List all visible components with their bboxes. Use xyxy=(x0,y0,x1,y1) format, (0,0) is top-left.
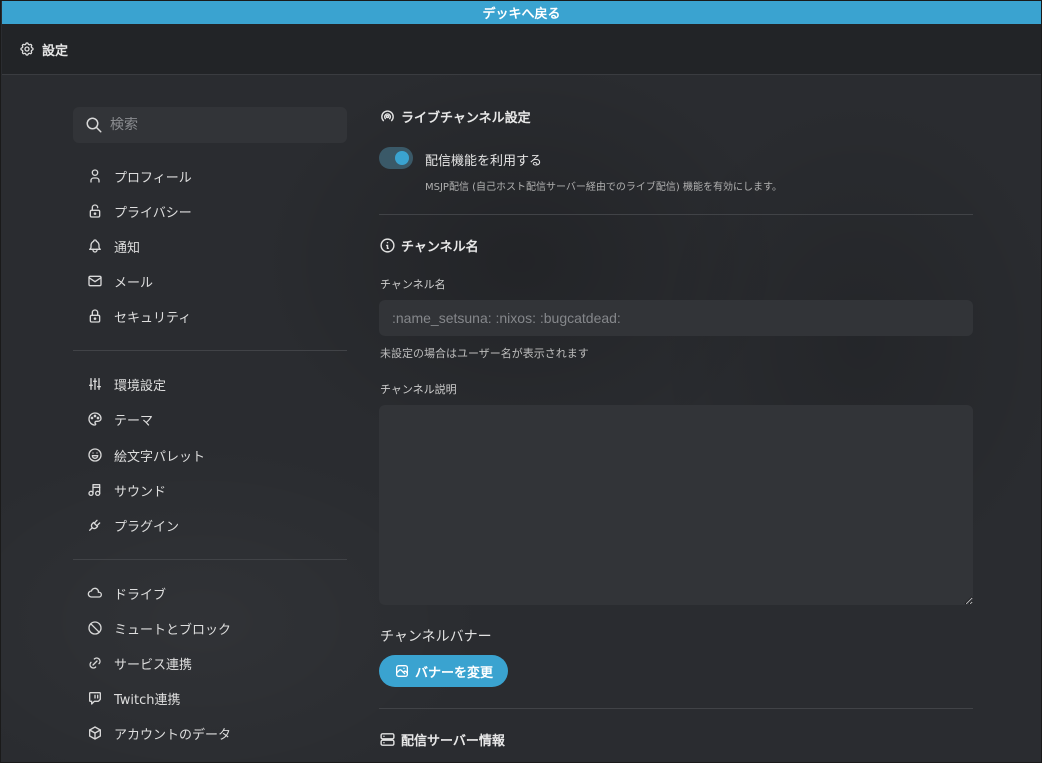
adjustments-icon xyxy=(87,376,103,392)
mood-happy-icon xyxy=(87,447,103,463)
server-section-title: 配信サーバー情報 xyxy=(379,729,505,749)
search-box[interactable] xyxy=(73,107,347,143)
settings-window: デッキへ戻る 設定 プロフィール プライバシー xyxy=(0,0,1042,763)
sidebar-item-label: Twitch連携 xyxy=(114,692,181,708)
streaming-toggle-description: MSJP配信 (自己ホスト配信サーバー経由でのライブ配信) 機能を有効にします。 xyxy=(425,182,783,193)
sidebar-item-notifications[interactable]: 通知 xyxy=(87,233,140,259)
sidebar-item-preferences[interactable]: 環境設定 xyxy=(87,371,166,397)
section-divider xyxy=(379,708,973,709)
sidebar-item-label: メール xyxy=(114,275,154,291)
cloud-icon xyxy=(87,585,103,601)
sidebar-item-sound[interactable]: サウンド xyxy=(87,477,166,503)
sidebar-item-label: 通知 xyxy=(114,240,141,256)
channel-section-title: チャンネル名 xyxy=(379,235,479,255)
info-circle-icon xyxy=(379,237,396,254)
sidebar-item-label: 絵文字パレット xyxy=(114,449,206,465)
streaming-toggle[interactable] xyxy=(379,147,413,169)
back-to-deck-button[interactable]: デッキへ戻る xyxy=(2,1,1041,24)
channel-description-textarea[interactable] xyxy=(379,405,973,605)
toggle-knob xyxy=(395,151,409,165)
section-divider xyxy=(379,214,973,215)
search-input[interactable] xyxy=(110,117,330,133)
sidebar-item-label: テーマ xyxy=(114,413,154,429)
channel-section-title-text: チャンネル名 xyxy=(401,239,479,255)
sidebar-item-twitch[interactable]: Twitch連携 xyxy=(87,685,181,711)
sidebar-item-label: プロフィール xyxy=(114,170,192,186)
channel-banner-label: チャンネルバナー xyxy=(380,629,492,645)
server-section-title-text: 配信サーバー情報 xyxy=(401,733,505,749)
sidebar-item-account-data[interactable]: アカウントのデータ xyxy=(87,720,231,746)
server-icon xyxy=(379,731,396,748)
sidebar-item-label: ミュートとブロック xyxy=(114,622,232,638)
gear-icon xyxy=(19,41,35,57)
sidebar-item-theme[interactable]: テーマ xyxy=(87,406,153,432)
channel-name-input[interactable] xyxy=(379,300,973,336)
photo-icon xyxy=(394,663,410,679)
ban-icon xyxy=(87,620,103,636)
page-header: 設定 xyxy=(2,24,1041,75)
package-icon xyxy=(87,725,103,741)
lock-icon xyxy=(87,308,103,324)
back-to-deck-label: デッキへ戻る xyxy=(482,7,561,22)
sidebar-item-label: アカウントのデータ xyxy=(114,727,232,743)
channel-name-label: チャンネル名 xyxy=(380,278,446,291)
live-section-title-text: ライブチャンネル設定 xyxy=(401,110,531,126)
channel-description-label: チャンネル説明 xyxy=(380,383,457,396)
lock-open-icon xyxy=(87,203,103,219)
twitch-icon xyxy=(87,690,103,706)
sidebar-item-label: セキュリティ xyxy=(114,310,192,326)
channel-name-hint: 未設定の場合はユーザー名が表示されます xyxy=(380,347,589,360)
mail-icon xyxy=(87,273,103,289)
sidebar-item-drive[interactable]: ドライブ xyxy=(87,580,166,606)
sidebar-item-security[interactable]: セキュリティ xyxy=(87,303,191,329)
sidebar-item-label: ドライブ xyxy=(114,587,167,603)
sidebar-item-emoji-palette[interactable]: 絵文字パレット xyxy=(87,442,205,468)
broadcast-icon xyxy=(379,108,396,125)
sidebar-item-plugins[interactable]: プラグイン xyxy=(87,512,179,538)
bell-icon xyxy=(87,238,103,254)
sidebar-divider xyxy=(73,559,347,560)
sidebar-item-privacy[interactable]: プライバシー xyxy=(87,198,192,224)
music-icon xyxy=(87,482,103,498)
sidebar-item-email[interactable]: メール xyxy=(87,268,153,294)
sidebar-item-mute-block[interactable]: ミュートとブロック xyxy=(87,615,231,641)
sidebar-item-label: 環境設定 xyxy=(114,378,167,394)
sidebar-item-service-integration[interactable]: サービス連携 xyxy=(87,650,192,676)
change-banner-button-label: バナーを変更 xyxy=(414,665,493,681)
palette-icon xyxy=(87,411,103,427)
change-banner-button[interactable]: バナーを変更 xyxy=(379,655,508,687)
page-title: 設定 xyxy=(42,43,69,59)
plug-icon xyxy=(87,517,103,533)
sidebar-item-label: サウンド xyxy=(114,484,167,500)
sidebar-divider xyxy=(73,350,347,351)
user-icon xyxy=(87,168,103,184)
sidebar-item-label: プラグイン xyxy=(114,519,180,535)
link-icon xyxy=(87,655,103,671)
streaming-toggle-label: 配信機能を利用する xyxy=(425,154,543,169)
sidebar-item-label: プライバシー xyxy=(114,205,192,221)
sidebar-item-label: サービス連携 xyxy=(114,657,193,673)
live-section-title: ライブチャンネル設定 xyxy=(379,106,531,126)
search-icon xyxy=(85,116,103,134)
sidebar-item-profile[interactable]: プロフィール xyxy=(87,163,192,189)
